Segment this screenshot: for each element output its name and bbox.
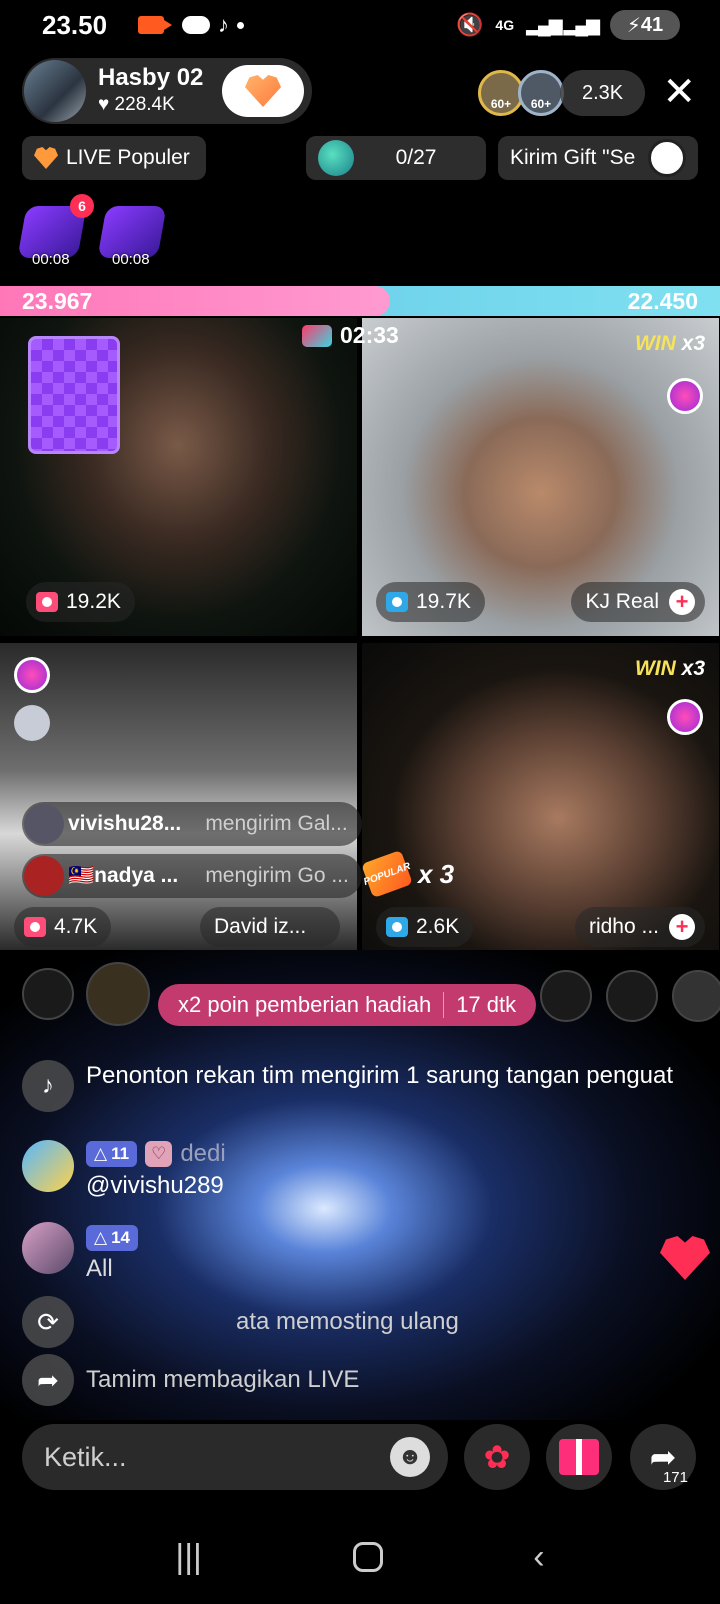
tiktok-icon: ♪ — [22, 1060, 74, 1112]
team-left-score: 23.967 — [22, 288, 93, 314]
count-badge: 6 — [70, 194, 94, 218]
popular-multiplier: POPULAR x 3 — [361, 849, 454, 899]
chat-message: ♪ Penonton rekan tim mengirim 1 sarung t… — [22, 1060, 682, 1112]
bird-icon — [318, 140, 354, 176]
guest-name-pill[interactable]: David iz... — [200, 907, 340, 947]
follow-heart-button[interactable]: 9 — [222, 65, 304, 117]
top-viewer-avatar[interactable]: 60+ — [518, 70, 564, 116]
close-icon[interactable]: ✕ — [662, 72, 696, 112]
gift-notification[interactable]: 🇲🇾nadya ... mengirim Go ... — [22, 854, 362, 898]
win-streak: WIN x3 — [634, 332, 705, 355]
heart-icon — [34, 147, 58, 169]
host-name: Hasby 02 — [98, 64, 204, 91]
gift-icon — [559, 1439, 599, 1475]
guest-name-pill[interactable]: ridho ... + — [574, 907, 705, 947]
bonus-points-banner: x2 poin pemberian hadiah 17 dtk — [158, 984, 537, 1026]
level-badge: △ 14 — [86, 1225, 138, 1251]
status-bar: 23.50 ♪ 🔇 4G ▂▄▆ ▂▄▆ ⚡ 41 — [0, 0, 720, 50]
gift-box-icon — [386, 917, 408, 937]
empty-rank-slot[interactable] — [540, 970, 592, 1022]
guest-video-4[interactable]: WIN x3 2.6K ridho ... + — [362, 643, 719, 961]
live-stream-screen: 23.50 ♪ 🔇 4G ▂▄▆ ▂▄▆ ⚡ 41 Hasby 02 ♥ 228.… — [0, 0, 720, 1604]
top-gifter-avatar[interactable] — [22, 968, 74, 1020]
empty-rank-slot[interactable] — [606, 970, 658, 1022]
mute-icon: 🔇 — [456, 12, 484, 37]
gift-count: 2.6K — [376, 907, 474, 947]
win-streak: WIN x3 — [634, 657, 705, 680]
team-right-score: 22.450 — [627, 288, 698, 314]
signal-icon: ▂▄▆ ▂▄▆ — [526, 14, 600, 35]
gift-box-icon — [386, 592, 408, 612]
viewer-count[interactable]: 2.3K — [560, 70, 646, 116]
recent-apps-icon[interactable]: ||| — [175, 1538, 202, 1577]
battle-timer: 02:33 — [302, 322, 399, 349]
chat-message[interactable]: △ 14 All — [22, 1222, 682, 1283]
tiktok-icon: ♪ — [218, 12, 229, 37]
gift-box-icon — [24, 917, 46, 937]
heart-badge-icon: ♡ — [145, 1141, 173, 1167]
boost-icon[interactable] — [667, 378, 703, 414]
gift-goal-pill[interactable]: Kirim Gift "Se — [498, 136, 698, 180]
rose-gift-button[interactable]: ✿ — [464, 1424, 530, 1490]
goal-progress-pill[interactable]: 0/27 — [306, 136, 486, 180]
popular-badge-icon: POPULAR — [361, 849, 413, 899]
gift-box-icon — [36, 592, 58, 612]
guest-name-pill[interactable]: KJ Real + — [571, 582, 705, 622]
gift-notification[interactable]: vivishu28... mengirim Gal... — [22, 802, 362, 846]
host-card[interactable]: Hasby 02 ♥ 228.4K 9 — [22, 58, 312, 124]
comment-input[interactable]: Ketik... ☻ — [22, 1424, 448, 1490]
chat-message: ➦ Tamim membagikan LIVE — [22, 1354, 682, 1406]
viewer-list[interactable]: 60+ 60+ 2.3K — [478, 70, 646, 116]
level-badge: △ 11 — [86, 1141, 138, 1167]
clock: 23.50 — [42, 10, 108, 40]
top-gifter-avatar[interactable] — [86, 962, 150, 1026]
cloud-icon — [182, 16, 210, 34]
soccer-ball-icon — [648, 139, 686, 177]
emoji-icon[interactable]: ☻ — [390, 1437, 430, 1477]
cloud-effect-badge[interactable]: 00:08 — [97, 206, 168, 268]
battle-score-bar: 23.967 22.450 — [0, 286, 720, 316]
card-sticker — [28, 336, 120, 454]
effect-timer: 00:08 — [112, 251, 150, 268]
repost-icon: ⟳ — [22, 1296, 74, 1348]
share-button[interactable]: ➦ 171 — [630, 1424, 696, 1490]
user-placeholder-icon[interactable] — [672, 970, 720, 1022]
user-avatar — [24, 804, 64, 844]
rose-icon: ✿ — [483, 1439, 511, 1475]
user-avatar[interactable] — [22, 1222, 74, 1274]
lightning-effect-badge[interactable]: 6 00:08 — [17, 194, 94, 268]
chat-message: ⟳ ata memosting ulang — [22, 1296, 682, 1348]
add-icon[interactable]: + — [669, 914, 695, 940]
live-popular-pill[interactable]: LIVE Populer — [22, 136, 206, 180]
cloud-icon — [14, 705, 50, 741]
notification-dot-icon — [237, 21, 244, 29]
gift-count: 4.7K — [14, 907, 112, 947]
boost-icon[interactable] — [667, 699, 703, 735]
gift-count: 19.2K — [26, 582, 135, 622]
user-avatar — [24, 856, 64, 896]
host-avatar[interactable] — [24, 60, 86, 122]
effect-timer: 00:08 — [32, 251, 70, 268]
heart-icon: 9 — [245, 75, 281, 107]
gift-button[interactable] — [546, 1424, 612, 1490]
back-icon[interactable]: ‹ — [533, 1538, 544, 1577]
network-type: 4G — [495, 17, 515, 33]
battle-icon — [302, 324, 332, 347]
user-avatar[interactable] — [22, 1140, 74, 1192]
boost-icon[interactable] — [14, 657, 50, 693]
screen-record-icon — [138, 16, 172, 34]
gift-count: 19.7K — [376, 582, 485, 622]
battery-icon: ⚡ 41 — [610, 10, 680, 40]
add-icon[interactable]: + — [669, 589, 695, 615]
guest-video-2[interactable]: WIN x3 19.7K KJ Real + — [362, 318, 719, 636]
chat-message[interactable]: △ 11 ♡ dedi @vivishu289 — [22, 1140, 682, 1200]
share-arrow-icon: ➦ — [22, 1354, 74, 1406]
system-nav-bar: ||| ‹ — [0, 1510, 720, 1604]
guest-video-1[interactable]: 19.2K — [0, 318, 357, 636]
top-gifters-row — [22, 962, 150, 1026]
host-likes: ♥ 228.4K — [98, 94, 175, 115]
home-icon[interactable] — [352, 1542, 383, 1572]
